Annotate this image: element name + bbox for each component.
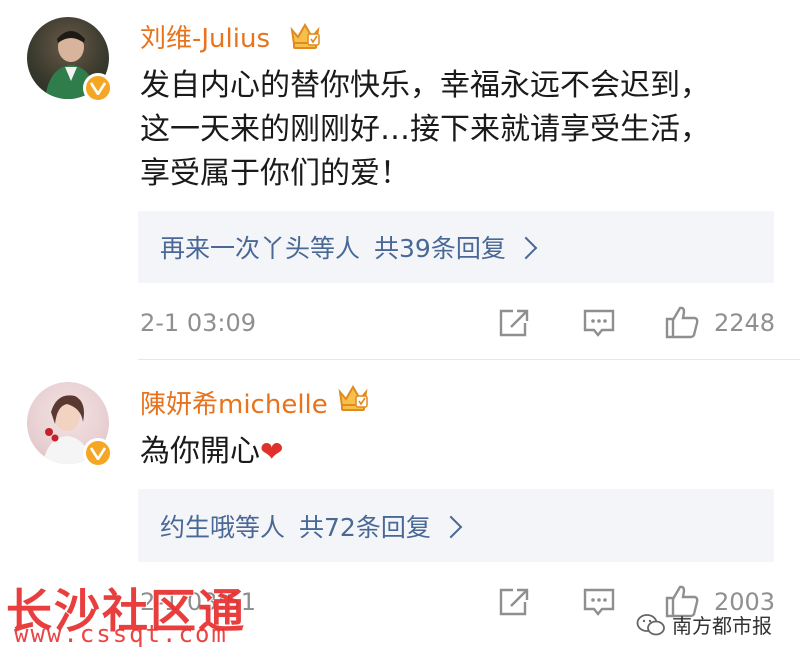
watermark-url: www.cssqt.com <box>14 620 228 648</box>
replies-link[interactable]: 约生哦等人 共72条回复 <box>138 489 774 562</box>
comment-text-line: 享受属于你们的爱！ <box>140 156 410 191</box>
replies-link[interactable]: 再来一次丫头等人 共39条回复 <box>138 211 774 283</box>
verified-badge-icon <box>83 73 113 103</box>
replies-count: 共72条回复 <box>299 512 431 542</box>
username[interactable]: 刘维-Julius <box>140 18 270 55</box>
wechat-icon <box>636 613 665 635</box>
heart-icon: ❤ <box>260 435 284 468</box>
source-label: 南方都市报 <box>636 610 772 639</box>
vip-crown-icon <box>336 382 370 412</box>
avatar[interactable] <box>27 17 113 103</box>
comment-text-line: 為你開心 <box>140 434 260 469</box>
replies-names: 再来一次丫头等人 <box>160 234 361 263</box>
comment-text: 发自内心的替你快乐，幸福永远不会迟到， 这一天来的刚刚好…接下来就请享受生活， … <box>140 64 780 196</box>
comment-text-line: 发自内心的替你快乐，幸福永远不会迟到， <box>140 68 710 103</box>
like-count: 2248 <box>714 309 776 337</box>
verified-badge-icon <box>83 438 113 468</box>
comment-text-line: 这一天来的刚刚好…接下来就请享受生活， <box>140 112 710 147</box>
share-icon[interactable] <box>497 586 531 622</box>
replies-count: 共39条回复 <box>374 234 506 263</box>
vip-crown-icon <box>288 20 322 50</box>
chevron-right-icon <box>439 515 463 538</box>
avatar[interactable] <box>27 382 113 468</box>
comment-item: 刘维-Julius 发自内心的替你快乐，幸福永远不会迟到， 这一天来的刚刚好…接… <box>0 0 800 360</box>
share-icon[interactable] <box>497 307 531 343</box>
replies-names: 约生哦等人 <box>160 512 286 542</box>
username[interactable]: 陳妍希michelle <box>140 384 328 421</box>
chevron-right-icon <box>514 236 538 260</box>
comment-text: 為你開心❤ <box>140 430 780 474</box>
comment-time: 2-1 03:09 <box>140 309 256 337</box>
comment-icon[interactable] <box>582 307 616 343</box>
comment-icon[interactable] <box>582 586 616 622</box>
source-name: 南方都市报 <box>672 614 772 638</box>
like-icon[interactable] <box>664 305 700 343</box>
